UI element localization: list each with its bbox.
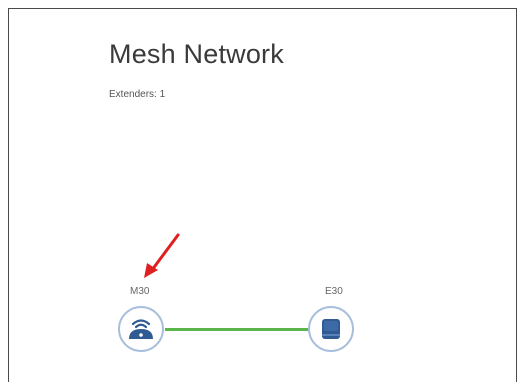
extender-icon [322, 319, 340, 339]
node-label-m30: M30 [130, 286, 150, 297]
mesh-node-m30[interactable] [118, 306, 164, 352]
node-label-e30: E30 [325, 286, 343, 297]
mesh-node-e30[interactable] [308, 306, 354, 352]
mesh-network-panel: Mesh Network Extenders: 1 [8, 8, 517, 382]
mesh-link-line [165, 328, 310, 331]
router-wifi-icon [129, 319, 153, 339]
red-arrow-annotation-icon [144, 233, 180, 278]
page-title: Mesh Network [109, 39, 284, 69]
extenders-count: Extenders: 1 [109, 89, 166, 100]
